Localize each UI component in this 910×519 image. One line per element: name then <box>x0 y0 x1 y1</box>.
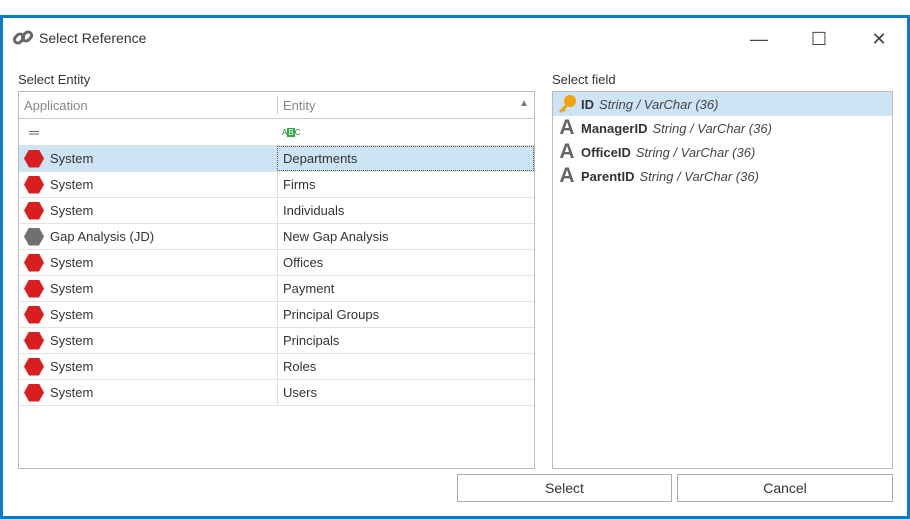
field-name: OfficeID <box>581 144 631 160</box>
sort-ascending-icon: ▲ <box>519 98 529 109</box>
field-type: String / VarChar (36) <box>635 144 756 160</box>
application-cell: Gap Analysis (JD) <box>50 229 155 244</box>
field-item[interactable]: ID String / VarChar (36) <box>553 92 892 116</box>
field-type: String / VarChar (36) <box>652 120 772 136</box>
field-name: ParentID <box>581 168 635 184</box>
entity-cell: Roles <box>277 354 534 379</box>
select-field-label: Select field <box>552 72 616 87</box>
entity-grid: Application Entity ▲ ═ ABC System Departm… <box>18 91 535 469</box>
column-header-application[interactable]: Application <box>19 92 277 118</box>
application-cell: System <box>50 151 94 166</box>
field-type: String / VarChar (36) <box>599 96 719 112</box>
table-row[interactable]: System Departments <box>19 146 534 172</box>
application-cell: System <box>50 333 94 348</box>
key-icon <box>559 95 576 113</box>
application-hexagon-icon <box>24 149 44 168</box>
entity-cell: New Gap Analysis <box>277 224 534 249</box>
entity-cell: Payment <box>277 276 534 301</box>
dialog-title: Select Reference <box>39 30 147 46</box>
equals-filter-icon[interactable]: ═ <box>19 119 277 145</box>
entity-cell: Principal Groups <box>277 302 534 327</box>
application-cell: System <box>50 255 94 270</box>
application-hexagon-icon <box>24 227 44 246</box>
application-hexagon-icon <box>24 383 44 402</box>
entity-cell: Offices <box>277 250 534 275</box>
cancel-button[interactable]: Cancel <box>677 474 893 502</box>
table-row[interactable]: System Offices <box>19 250 534 276</box>
entity-cell: Principals <box>277 328 534 353</box>
entity-cell: Users <box>277 380 534 405</box>
select-reference-dialog: Select Reference — ☐ ✕ Select Entity App… <box>0 15 910 519</box>
text-a-icon: A <box>559 164 575 187</box>
table-row[interactable]: System Payment <box>19 276 534 302</box>
application-cell: System <box>50 177 94 192</box>
field-type: String / VarChar (36) <box>639 168 759 184</box>
table-row[interactable]: System Principals <box>19 328 534 354</box>
column-header-entity[interactable]: Entity ▲ <box>277 96 534 114</box>
application-hexagon-icon <box>24 305 44 324</box>
text-a-icon: A <box>559 140 575 163</box>
table-row[interactable]: System Individuals <box>19 198 534 224</box>
application-hexagon-icon <box>24 175 44 194</box>
select-button[interactable]: Select <box>457 474 672 502</box>
text-a-icon: A <box>559 116 575 139</box>
field-name: ManagerID <box>581 120 648 136</box>
application-hexagon-icon <box>24 253 44 272</box>
application-hexagon-icon <box>24 357 44 376</box>
application-hexagon-icon <box>24 331 44 350</box>
close-button[interactable]: ✕ <box>864 24 894 54</box>
table-row[interactable]: System Roles <box>19 354 534 380</box>
link-icon <box>12 30 34 45</box>
field-item[interactable]: A OfficeID String / VarChar (36) <box>553 140 892 164</box>
table-row[interactable]: Gap Analysis (JD) New Gap Analysis <box>19 224 534 250</box>
table-row[interactable]: System Firms <box>19 172 534 198</box>
entity-cell: Departments <box>277 146 534 171</box>
minimize-button[interactable]: — <box>744 24 774 54</box>
field-item[interactable]: A ManagerID String / VarChar (36) <box>553 116 892 140</box>
filter-row: ═ ABC <box>19 119 534 146</box>
application-cell: System <box>50 385 94 400</box>
field-item[interactable]: A ParentID String / VarChar (36) <box>553 164 892 188</box>
field-name: ID <box>581 96 594 112</box>
entity-cell: Individuals <box>277 198 534 223</box>
field-list: ID String / VarChar (36) A ManagerID String … <box>552 91 893 469</box>
application-cell: System <box>50 307 94 322</box>
table-row[interactable]: System Principal Groups <box>19 302 534 328</box>
application-hexagon-icon <box>24 201 44 220</box>
application-cell: System <box>50 359 94 374</box>
entity-cell: Firms <box>277 172 534 197</box>
text-filter-icon[interactable]: ABC <box>277 119 534 145</box>
application-cell: System <box>50 203 94 218</box>
entity-header-label: Entity <box>283 98 316 113</box>
select-entity-label: Select Entity <box>18 72 91 87</box>
application-cell: System <box>50 281 94 296</box>
application-hexagon-icon <box>24 279 44 298</box>
table-row[interactable]: System Users <box>19 380 534 406</box>
maximize-button[interactable]: ☐ <box>804 24 834 54</box>
